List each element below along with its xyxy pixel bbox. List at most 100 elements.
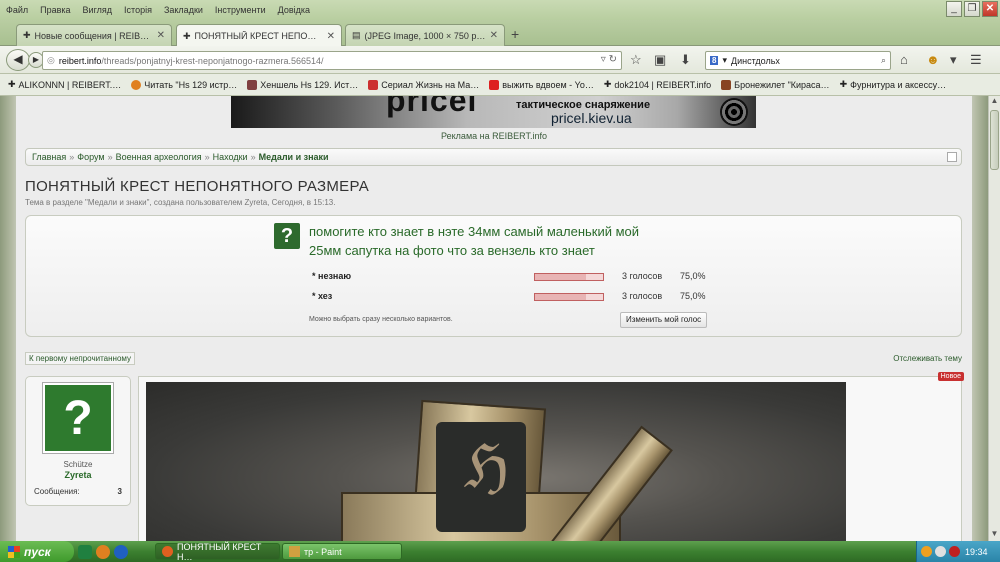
bookmark-item[interactable]: выжить вдвоем - Yo… (485, 79, 598, 90)
forum-icon: ✚ (23, 30, 31, 40)
tray-icon[interactable] (935, 546, 946, 557)
forum-icon: ✚ (8, 79, 16, 89)
globe-icon: ◎ (47, 55, 55, 65)
user-title: Schütze (63, 460, 93, 469)
page-viewport: pricel тактическое снаряжение pricel.kie… (0, 96, 988, 541)
poll-note: Можно выбрать сразу несколько вариантов. (309, 316, 453, 323)
menu-edit[interactable]: Правка (34, 5, 76, 15)
window-controls: _ ❐ ✕ (946, 1, 998, 17)
scroll-thumb[interactable] (990, 110, 999, 170)
menu-file[interactable]: Файл (0, 5, 34, 15)
menu-help[interactable]: Довідка (272, 5, 316, 15)
bookmark-star-icon[interactable]: ☆ (630, 52, 642, 68)
site-icon (368, 79, 379, 90)
menu-bookmarks[interactable]: Закладки (158, 5, 209, 15)
minimize-button[interactable]: _ (946, 1, 962, 17)
follow-thread-link[interactable]: Отслеживать тему (893, 354, 962, 363)
menu-tools[interactable]: Інструменти (209, 5, 272, 15)
extension-icon[interactable]: ☻ (926, 52, 940, 67)
bookmark-item[interactable]: ✚ ALIKONNN | REIBERT.… (4, 79, 125, 90)
tab-jpeg-image[interactable]: ▤ (JPEG Image, 1000 × 750 pix… ✕ (345, 24, 505, 46)
first-unread-button[interactable]: К первому непрочитанному (25, 352, 135, 365)
bookmarks-bar: ✚ ALIKONNN | REIBERT.… Читать "Hs 129 ист… (0, 74, 1000, 96)
tab-close-icon[interactable]: ✕ (327, 31, 335, 42)
forum-content: pricel тактическое снаряжение pricel.kie… (16, 96, 972, 541)
forum-icon: ✚ (603, 79, 612, 89)
tab-bar: ✚ Новые сообщения | REIBER… ✕ ✚ ПОНЯТНЫЙ… (0, 20, 1000, 47)
breadcrumb-home[interactable]: Главная (32, 152, 66, 162)
firefox-icon (162, 546, 173, 557)
browser-icon[interactable] (96, 544, 110, 559)
poll-option-label: * незнаю (312, 271, 352, 281)
hamburger-menu-icon[interactable]: ☰ (970, 52, 982, 68)
close-button[interactable]: ✕ (982, 1, 998, 17)
poll-result-bar (534, 273, 604, 281)
forum-icon: ✚ (839, 79, 848, 89)
media-icon[interactable] (114, 544, 128, 559)
menu-bar: Файл Правка Вигляд Історія Закладки Інст… (0, 0, 1000, 20)
page-icon[interactable] (947, 152, 957, 162)
scroll-down-icon[interactable]: ▼ (989, 529, 1000, 541)
poll-question-line1: помогите кто знает в нэте 34мм самый мал… (309, 224, 640, 239)
tab-close-icon[interactable]: ✕ (490, 30, 498, 41)
home-icon[interactable]: ⌂ (900, 52, 908, 67)
menu-history[interactable]: Історія (118, 5, 158, 15)
antivirus-icon[interactable] (949, 546, 960, 557)
user-name[interactable]: Zyreta (26, 470, 130, 480)
target-icon (720, 98, 748, 126)
back-button[interactable]: ◀ (6, 49, 30, 71)
poll-option-votes: 3 голосов (622, 291, 663, 301)
tab-new-messages[interactable]: ✚ Новые сообщения | REIBER… ✕ (16, 24, 172, 46)
search-icon[interactable]: ⌕ (881, 55, 886, 66)
change-vote-button[interactable]: Изменить мой голос (620, 312, 708, 328)
menu-dropdown-icon[interactable]: ▾ (950, 52, 957, 68)
url-path: /threads/ponjatnyj-krest-neponjatnogo-ra… (101, 55, 324, 66)
quicklaunch-icon[interactable] (78, 544, 92, 559)
tab-close-icon[interactable]: ✕ (157, 30, 165, 41)
download-icon[interactable]: ⬇ (680, 52, 691, 68)
breadcrumb-forum[interactable]: Форум (77, 152, 104, 162)
search-engine-icon[interactable]: 8 (710, 56, 719, 65)
url-bar[interactable]: ◎ reibert.info/threads/ponjatnyj-krest-n… (42, 51, 622, 70)
dropdown-icon[interactable]: ▿ (601, 54, 606, 65)
forum-icon: ✚ (183, 30, 191, 41)
taskbar-window-browser[interactable]: ПОНЯТНЫЙ КРЕСТ Н… (155, 542, 280, 562)
ad-banner[interactable]: pricel тактическое снаряжение pricel.kie… (231, 96, 756, 128)
clipboard-icon[interactable]: ▣ (654, 52, 666, 68)
maximize-button[interactable]: ❐ (964, 1, 980, 17)
avatar[interactable]: ? (42, 382, 114, 454)
poll-option-votes: 3 голосов (622, 271, 663, 281)
bookmark-item[interactable]: Бронежилет "Кираса… (717, 79, 833, 90)
bookmark-item[interactable]: ✚ Фурнитура и аксессу… (836, 79, 951, 90)
new-tab-button[interactable]: + (511, 26, 519, 42)
tab-label: Новые сообщения | REIBER… (34, 30, 153, 41)
banner-brand: pricel (386, 96, 478, 118)
banner-site: pricel.kiev.ua (551, 110, 632, 126)
scroll-up-icon[interactable]: ▲ (989, 96, 1000, 108)
tab-label: (JPEG Image, 1000 × 750 pix… (364, 30, 486, 41)
reload-icon[interactable]: ↻ (609, 54, 617, 65)
breadcrumb-military-archaeology[interactable]: Военная археология (116, 152, 202, 162)
tray-icon[interactable] (921, 546, 932, 557)
messages-count: 3 (117, 487, 122, 496)
start-button[interactable]: пуск (0, 541, 74, 562)
search-engine-dropdown-icon[interactable]: ▾ (722, 55, 727, 66)
bookmark-item[interactable]: Сериал Жизнь на Ма… (364, 79, 483, 90)
vertical-scrollbar[interactable]: ▲ ▼ (988, 96, 1000, 541)
post-photo[interactable]: ℌ (146, 382, 846, 541)
bookmark-item[interactable]: Хеншель Hs 129. Ист… (243, 79, 362, 90)
clock[interactable]: 19:34 (965, 547, 988, 557)
ad-link[interactable]: Реклама на REIBERT.info (16, 131, 972, 141)
breadcrumb-current[interactable]: Медали и знаки (259, 152, 329, 162)
taskbar-window-paint[interactable]: тр - Paint (282, 543, 402, 560)
breadcrumb: Главная » Форум » Военная археология » Н… (25, 148, 962, 166)
search-input[interactable]: 8 ▾ Динстдольх ⌕ (705, 51, 891, 70)
tab-label: ПОНЯТНЫЙ КРЕСТ НЕПОНЯТ… (194, 31, 323, 41)
bookmark-item[interactable]: Читать "Hs 129 истр… (127, 79, 241, 90)
breadcrumb-finds[interactable]: Находки (213, 152, 248, 162)
menu-view[interactable]: Вигляд (77, 5, 119, 15)
question-icon: ? (274, 223, 300, 249)
bookmark-item[interactable]: ✚ dok2104 | REIBERT.info (600, 79, 715, 90)
aircraft-icon (247, 79, 258, 90)
tab-thread[interactable]: ✚ ПОНЯТНЫЙ КРЕСТ НЕПОНЯТ… ✕ (176, 24, 342, 47)
